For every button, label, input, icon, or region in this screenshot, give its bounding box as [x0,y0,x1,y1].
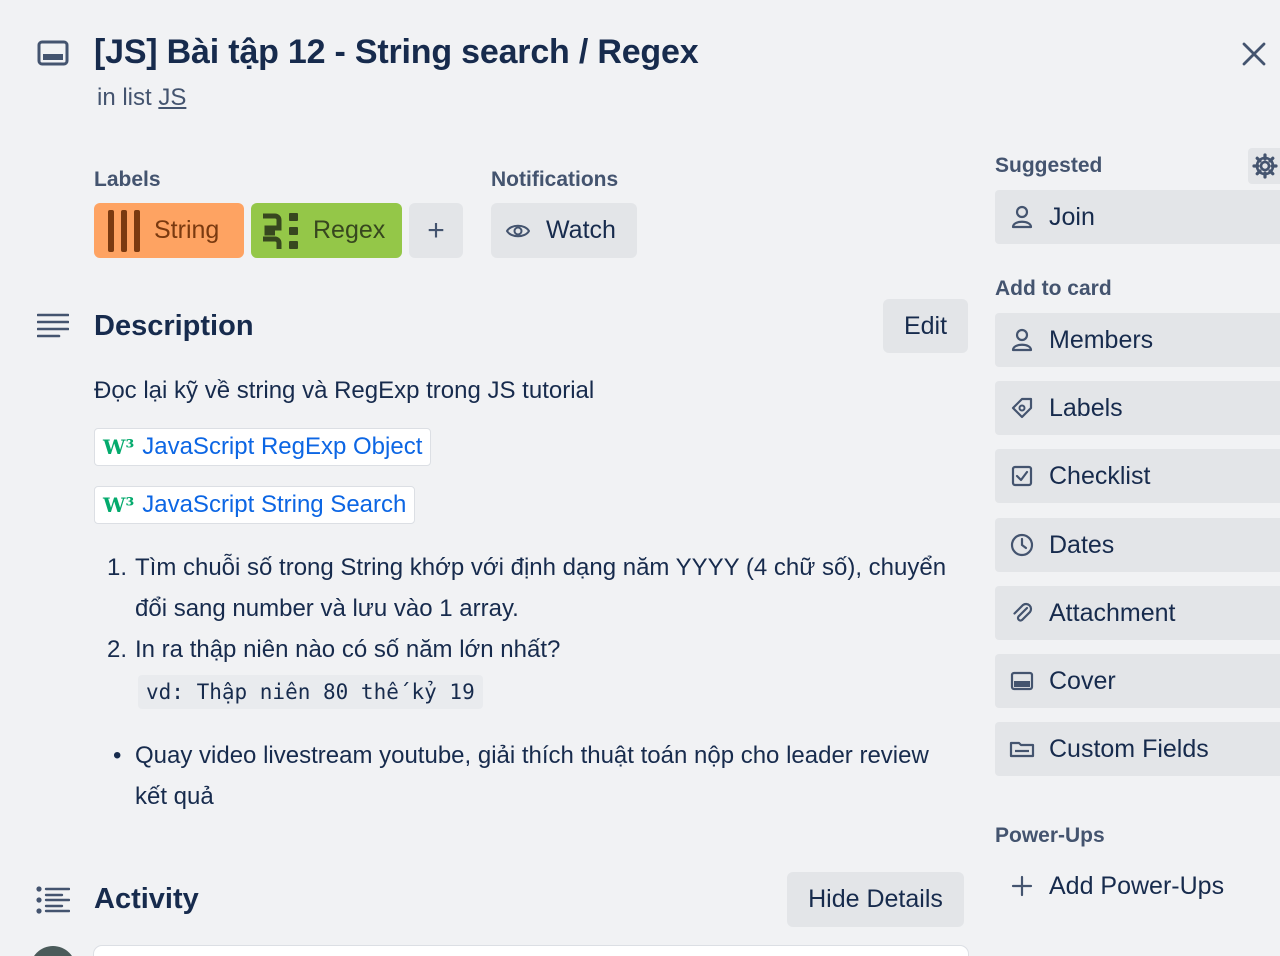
label-chip-text: Regex [313,216,386,244]
person-icon [1009,327,1035,353]
watch-label: Watch [546,216,616,244]
label-chip-text: String [154,216,220,244]
suggested-settings-button[interactable] [1248,148,1280,184]
checklist-label: Checklist [1049,461,1151,490]
labels-label: Labels [1049,393,1123,422]
label-pattern-icon [106,208,142,254]
dates-button[interactable]: Dates [995,518,1280,572]
card-title[interactable]: [JS] Bài tập 12 - String search / Regex [94,33,699,72]
avatar [30,946,76,956]
labels-button[interactable]: Labels [995,381,1280,435]
label-chip-regex[interactable]: Regex [251,203,402,258]
members-button[interactable]: Members [995,313,1280,367]
hide-details-button[interactable]: Hide Details [787,872,964,927]
plus-icon [1009,873,1035,899]
list-marker: 2. [107,636,128,663]
comment-input[interactable] [94,946,968,956]
close-icon[interactable] [1238,38,1270,70]
description-intro: Đọc lại kỹ về string và RegExp trong JS … [94,377,595,404]
join-label: Join [1049,202,1095,231]
list-item-text: Tìm chuỗi số trong String khớp với định … [135,554,947,581]
checklist-button[interactable]: Checklist [995,449,1280,503]
bullet-marker: • [113,742,122,769]
link-text: JavaScript RegExp Object [142,433,423,460]
attachment-label: Attachment [1049,598,1176,627]
list-item-text: đổi sang number và lưu vào 1 array. [135,595,519,622]
notifications-heading: Notifications [491,168,619,191]
list-link[interactable]: JS [158,84,186,111]
custom-fields-label: Custom Fields [1049,734,1209,763]
description-heading: Description [94,310,254,342]
inline-code: vd: Thập niên 80 thế kỷ 19 [138,675,483,709]
checkbox-icon [1009,463,1035,489]
clock-icon [1009,532,1035,558]
w3schools-icon: W³ [103,435,135,459]
list-breadcrumb: in list JS [97,84,186,112]
edit-description-button[interactable]: Edit [883,299,968,353]
label-chip-string[interactable]: String [94,203,244,258]
bullet-item-text: kết quả [135,783,214,810]
activity-heading: Activity [94,883,199,915]
attachment-button[interactable]: Attachment [995,586,1280,640]
suggested-heading: Suggested [995,154,1103,177]
cover-label: Cover [1049,666,1116,695]
activity-icon [36,886,70,914]
powerups-heading: Power-Ups [995,824,1105,847]
tag-icon [1009,395,1035,421]
link-card-regexp[interactable]: W³ JavaScript RegExp Object [94,428,432,466]
card-detail-modal: [JS] Bài tập 12 - String search / Regex … [0,0,1280,956]
cover-button[interactable]: Cover [995,654,1280,708]
watch-button[interactable]: Watch [491,203,637,258]
members-label: Members [1049,325,1154,354]
link-card-string-search[interactable]: W³ JavaScript String Search [94,486,416,524]
dates-label: Dates [1049,530,1115,559]
person-icon [1009,204,1035,230]
add-powerups-label: Add Power-Ups [1049,871,1225,900]
custom-fields-icon [1009,736,1035,762]
labels-heading: Labels [94,168,161,191]
add-powerups-button[interactable]: Add Power-Ups [995,859,1280,913]
list-item-text: In ra thập niên nào có số năm lớn nhất? [135,636,561,663]
join-button[interactable]: Join [995,190,1280,244]
custom-fields-button[interactable]: Custom Fields [995,722,1280,776]
in-list-prefix: in list [97,84,152,111]
cover-icon [1009,668,1035,694]
list-marker: 1. [107,554,128,581]
label-pattern-icon [261,211,301,251]
gear-icon [1252,153,1278,179]
card-icon [37,40,69,66]
add-label-button[interactable]: + [409,203,463,258]
eye-icon [506,222,530,240]
description-icon [37,313,69,339]
bullet-item-text: Quay video livestream youtube, giải thíc… [135,742,929,769]
paperclip-icon [1009,600,1035,626]
add-to-card-heading: Add to card [995,277,1112,300]
w3schools-icon: W³ [103,493,135,517]
link-text: JavaScript String Search [142,491,407,518]
